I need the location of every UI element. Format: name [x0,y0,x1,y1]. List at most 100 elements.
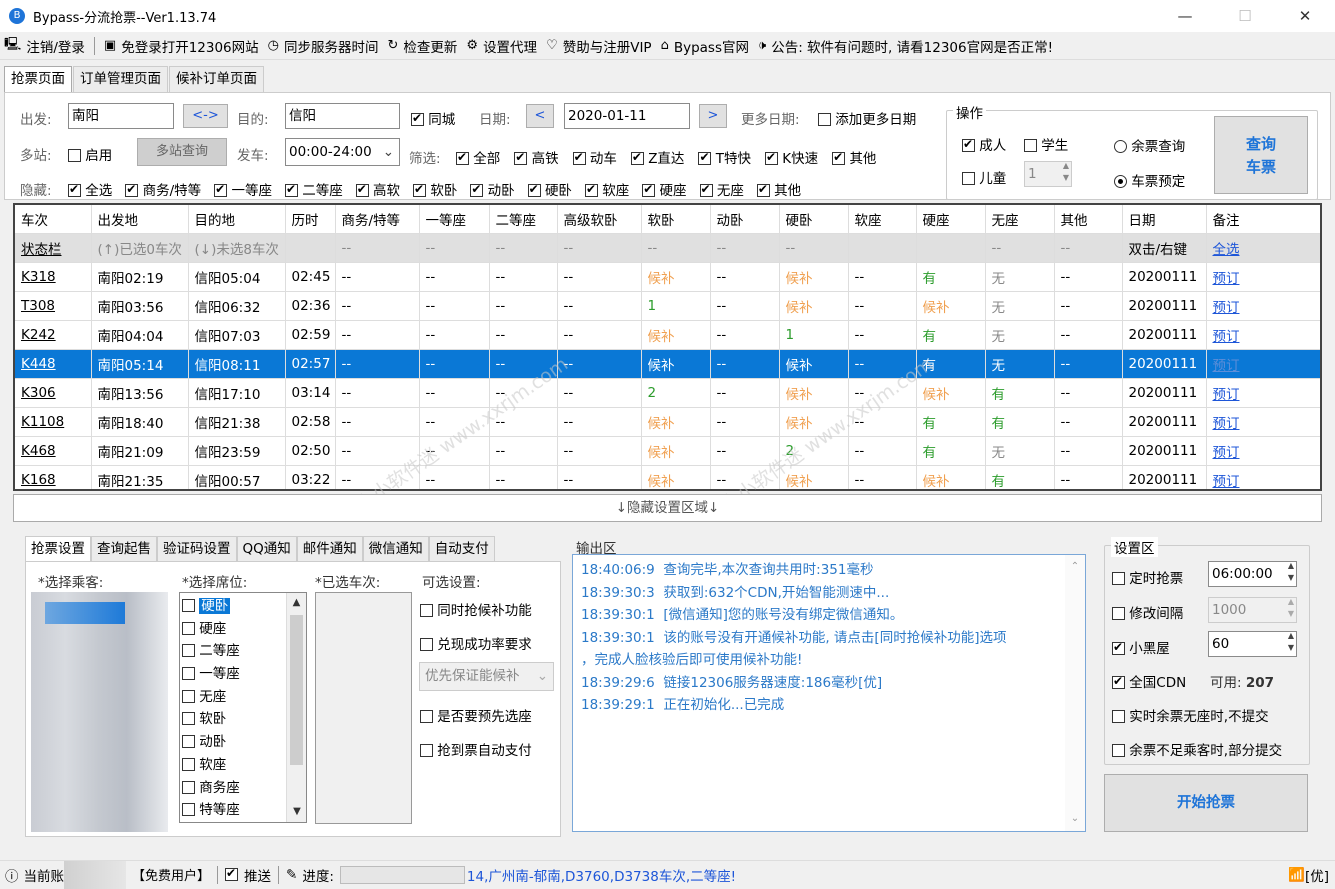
seat-option[interactable]: 硬座 [180,618,286,641]
from-station-input[interactable]: 南阳 [68,103,174,129]
passenger-list-blurred[interactable] [31,592,168,832]
train-number-cell[interactable]: K468 [15,436,92,466]
blackroom-checkbox[interactable]: 小黑屋 [1112,637,1170,657]
table-row[interactable]: K318 南阳02:19 信阳05:04 02:45 -- -- -- -- 候补 -- 候补 -- 有… [15,262,1320,292]
menu-item-4[interactable]: ⚙ 设置代理 [466,36,537,56]
hide-checkbox[interactable]: 二等座 [284,179,343,199]
start-grab-button[interactable]: 开始抢票 [1104,774,1308,832]
national-cdn-checkbox[interactable]: 全国CDN [1112,671,1186,691]
settings-tab[interactable]: 验证码设置 [157,536,237,562]
hide-checkbox[interactable]: 一等座 [214,179,272,199]
swap-stations-button[interactable]: <-> [183,104,228,128]
same-city-checkbox[interactable]: 同城 [411,108,455,128]
settings-tab[interactable]: 自动支付 [428,536,495,562]
timed-grab-time-input[interactable]: 06:00:00 ▲ ▼ [1208,561,1297,587]
column-header[interactable]: 硬座 [916,205,986,234]
date-input[interactable]: 2020-01-11 [564,103,690,129]
menu-item-1[interactable]: ▣ 免登录打开12306网站 [104,36,259,56]
child-count-stepper[interactable]: 1 ▲ ▼ [1024,161,1072,187]
column-header[interactable]: 硬卧 [779,205,849,234]
train-number-cell[interactable]: K318 [15,262,92,292]
column-header[interactable]: 其他 [1054,205,1123,234]
menu-item-5[interactable]: ♡ 赞助与注册VIP [546,36,652,56]
output-log[interactable]: 18:40:06:9 查询完毕,本次查询共用时:351毫秒 18:39:30:3 … [572,554,1086,832]
menu-item-3[interactable]: ↻ 检查更新 [388,36,458,56]
settings-tab[interactable]: 邮件通知 [296,536,363,562]
prev-date-button[interactable]: < [526,104,554,128]
seat-option[interactable]: 一等座 [180,663,286,686]
filter-checkbox[interactable]: T特快 [698,147,751,167]
modify-interval-checkbox[interactable]: 修改间隔 [1112,602,1183,622]
timed-grab-checkbox[interactable]: 定时抢票 [1112,567,1183,587]
success-rate-checkbox[interactable]: 兑现成功率要求 [420,633,532,653]
hide-checkbox[interactable]: 软卧 [413,179,457,199]
enable-multi-checkbox[interactable]: 启用 [68,144,112,164]
train-number-cell[interactable]: T308 [15,291,92,321]
hide-checkbox[interactable]: 动卧 [470,179,515,199]
filter-checkbox[interactable]: Z直达 [630,147,684,167]
column-header[interactable]: 动卧 [710,205,780,234]
select-all-cell[interactable]: 全选 [1206,233,1320,263]
train-number-cell[interactable]: K168 [15,465,92,489]
menu-item-2[interactable]: ◷ 同步服务器时间 [268,36,379,56]
column-header[interactable]: 备注 [1206,205,1320,234]
reserve-link-cell[interactable]: 预订 [1206,291,1320,321]
add-more-dates-checkbox[interactable]: 添加更多日期 [818,108,916,128]
hide-checkbox[interactable]: 其他 [756,179,801,199]
reserve-link-cell[interactable]: 预订 [1206,407,1320,437]
auto-pay-checkbox[interactable]: 抢到票自动支付 [420,739,532,759]
hide-checkbox[interactable]: 硬座 [642,179,687,199]
column-header[interactable]: 商务/特等 [335,205,420,234]
student-checkbox[interactable]: 学生 [1024,134,1068,154]
seat-option[interactable]: 动卧 [180,731,286,754]
filter-checkbox[interactable]: 其他 [832,147,876,167]
seat-option[interactable]: 硬卧 [180,595,286,618]
column-header[interactable]: 软卧 [641,205,711,234]
waitlist-option-checkbox[interactable]: 同时抢候补功能 [420,599,532,619]
settings-tab[interactable]: QQ通知 [236,536,297,562]
table-row[interactable]: T308 南阳03:56 信阳06:32 02:36 -- -- -- -- 1 -- 候补 -- 候补… [15,291,1320,321]
seat-option[interactable]: 软座 [180,754,286,777]
push-checkbox-icon[interactable] [225,866,239,881]
hide-checkbox[interactable]: 商务/特等 [125,179,201,199]
tab-orders[interactable]: 订单管理页面 [73,66,168,93]
table-row[interactable]: K1108 南阳18:40 信阳21:38 02:58 -- -- -- -- 候补 -- 候补 --… [15,407,1320,437]
column-header[interactable]: 无座 [985,205,1055,234]
train-number-cell[interactable]: K242 [15,320,92,350]
selected-trains-list[interactable] [315,592,412,824]
filter-checkbox[interactable]: 动车 [572,147,617,167]
reserve-link-cell[interactable]: 预订 [1206,262,1320,292]
priority-select[interactable]: 优先保证能候补 ⌄ [419,662,554,691]
multi-station-query-button[interactable]: 多站查询 [137,138,227,166]
table-row[interactable]: K168 南阳21:35 信阳00:57 03:22 -- -- -- -- 候补 -- 候补 -- 候… [15,465,1320,489]
close-button[interactable]: ✕ [1275,0,1335,32]
column-header[interactable]: 二等座 [489,205,558,234]
tab-ticket[interactable]: 抢票页面 [4,66,72,93]
column-header[interactable]: 高级软卧 [557,205,642,234]
settings-tab[interactable]: 微信通知 [362,536,429,562]
hide-checkbox[interactable]: 无座 [699,179,744,199]
menu-item-7[interactable]: 🕩 公告: 软件有问题时, 请看12306官网是否正常! [758,36,1053,56]
filter-checkbox[interactable]: K快速 [764,147,818,167]
reserve-link-cell[interactable]: 预订 [1206,378,1320,408]
partial-submit-checkbox[interactable]: 余票不足乘客时,部分提交 [1112,739,1282,759]
seat-option[interactable]: 商务座 [180,777,286,800]
filter-checkbox[interactable]: 全部 [456,147,500,167]
table-row[interactable]: K242 南阳04:04 信阳07:03 02:59 -- -- -- -- 候补 -- 1 -- 有无… [15,320,1320,350]
reserve-link-cell[interactable]: 预订 [1206,349,1320,379]
tab-waitlist[interactable]: 候补订单页面 [169,66,264,93]
no-seat-no-submit-checkbox[interactable]: 实时余票无座时,不提交 [1112,705,1269,725]
train-number-cell[interactable]: K1108 [15,407,92,437]
hide-checkbox[interactable]: 硬卧 [527,179,572,199]
depart-time-select[interactable]: 00:00-24:00 ⌄ [285,138,400,166]
maximize-button[interactable]: ☐ [1215,0,1275,32]
menu-item-6[interactable]: ⌂ Bypass官网 [661,36,749,56]
filter-checkbox[interactable]: 高铁 [514,147,559,167]
reserve-link-cell[interactable]: 预订 [1206,465,1320,489]
table-row[interactable]: K468 南阳21:09 信阳23:59 02:50 -- -- -- -- 候补 -- 2 -- 有无… [15,436,1320,466]
preselect-seat-checkbox[interactable]: 是否要预先选座 [420,705,532,725]
train-number-cell[interactable]: K306 [15,378,92,408]
query-tickets-button[interactable]: 查询 车票 [1214,116,1308,194]
reserve-link-cell[interactable]: 预订 [1206,320,1320,350]
to-station-input[interactable]: 信阳 [285,103,400,129]
